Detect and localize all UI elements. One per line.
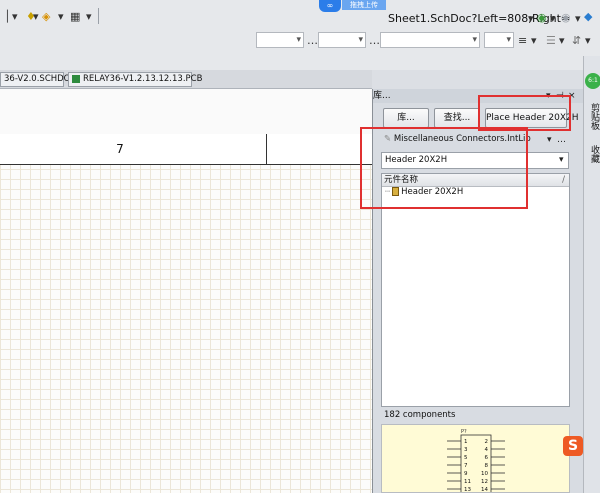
preview-pin-number: 5 — [464, 455, 468, 461]
port-icon[interactable]: ◈ — [42, 10, 50, 24]
ime-icon[interactable]: S — [563, 436, 583, 456]
zone-label: 7 — [116, 142, 124, 156]
tab-clipboard[interactable]: 剪贴板 — [584, 96, 599, 136]
libraries-button[interactable]: 库... — [383, 108, 429, 128]
home-icon[interactable]: ◆ — [584, 10, 592, 24]
search-button[interactable]: 查找... — [434, 108, 480, 128]
preview-pin-number: 2 — [485, 439, 489, 445]
tab-label: 36-V2.0.SCHDOC — [4, 74, 77, 84]
preview-designator: P? — [461, 429, 467, 435]
top-toolbar: │ ▾ ♦ ▾ ◈ ▾ ▦ ▾ ∞ 拖拽上传 Sheet1.SchDoc?Lef… — [0, 0, 600, 29]
preview-pin-number: 9 — [464, 471, 468, 477]
arrange-icon[interactable]: ⇵ — [572, 34, 581, 48]
dropdown-arrow-icon[interactable]: ▾ — [528, 12, 534, 26]
tab-schdoc[interactable]: 36-V2.0.SCHDOC — [0, 72, 76, 87]
font-combo[interactable] — [256, 32, 304, 48]
preview-pin-number: 14 — [481, 487, 488, 493]
pcb-icon — [72, 74, 80, 83]
preview-pin-number: 13 — [464, 487, 471, 493]
preview-pin-number: 11 — [464, 479, 471, 485]
sort-icon[interactable]: / — [562, 174, 565, 186]
dropdown-arrow-icon[interactable]: ▾ — [559, 34, 565, 48]
cloud-badge-icon[interactable]: ∞ — [319, 0, 341, 12]
dropdown-arrow-icon[interactable]: ▾ — [585, 34, 591, 48]
preview-pin-number: 6 — [485, 455, 489, 461]
status-badge[interactable]: 6:1 — [585, 73, 600, 89]
sheet-border — [0, 89, 372, 135]
component-preview: P? 1 2 3 4 5 6 7 8 9 10 11 12 13 14 — [381, 424, 570, 493]
preview-pin-number: 1 — [464, 439, 468, 445]
component-count: 182 components — [384, 410, 456, 420]
more-icon[interactable]: … — [557, 133, 566, 147]
pin-icon[interactable]: │ — [4, 10, 11, 24]
dropdown-arrow-icon[interactable]: ▾ — [531, 34, 537, 48]
preview-pin-number: 8 — [485, 463, 489, 469]
dropdown-arrow-icon[interactable]: ▾ — [86, 10, 92, 24]
style-combo[interactable] — [380, 32, 480, 48]
width-combo[interactable] — [484, 32, 514, 48]
sheet-zone-row — [0, 134, 372, 165]
distribute-icon[interactable]: ☰ — [546, 34, 556, 48]
more-icon[interactable]: … — [369, 34, 380, 48]
dropdown-arrow-icon[interactable]: ▾ — [33, 10, 39, 24]
forward-icon[interactable]: ◉ — [537, 11, 547, 25]
tab-label: RELAY36-V1.2.13.12.13.PCB — [83, 74, 203, 84]
preview-pin-number: 3 — [464, 447, 468, 453]
stop-icon[interactable]: ◉ — [561, 11, 571, 25]
preview-pin-number: 4 — [485, 447, 489, 453]
preview-pin-number: 12 — [481, 479, 488, 485]
chevron-down-icon[interactable]: ▾ — [559, 153, 564, 167]
upload-hint[interactable]: 拖拽上传 — [342, 0, 386, 10]
size-combo[interactable] — [318, 32, 366, 48]
header-symbol-icon: P?1 23 45 67 89 1011 1213 14 — [447, 429, 505, 493]
grid-icon[interactable]: ▦ — [70, 10, 80, 24]
annotation-box — [360, 127, 528, 209]
more-icon[interactable]: … — [307, 34, 318, 48]
preview-pin-number: 7 — [464, 463, 468, 469]
dropdown-arrow-icon[interactable]: ▾ — [575, 12, 581, 26]
tab-pcb[interactable]: RELAY36-V1.2.13.12.13.PCB — [68, 72, 202, 87]
chevron-down-icon[interactable]: ▾ — [547, 133, 552, 147]
align-icon[interactable]: ≡ — [518, 34, 527, 48]
preview-pin-number: 10 — [481, 471, 488, 477]
annotation-box — [478, 95, 571, 131]
dropdown-arrow-icon[interactable]: ▾ — [58, 10, 64, 24]
tab-favorites[interactable]: 收藏 — [584, 142, 599, 166]
dropdown-arrow-icon[interactable]: ▾ — [12, 10, 18, 24]
dropdown-arrow-icon[interactable]: ▾ — [550, 12, 556, 26]
format-toolbar: … … ≡ ▾ ☰ ▾ ⇵ ▾ — [0, 28, 600, 57]
